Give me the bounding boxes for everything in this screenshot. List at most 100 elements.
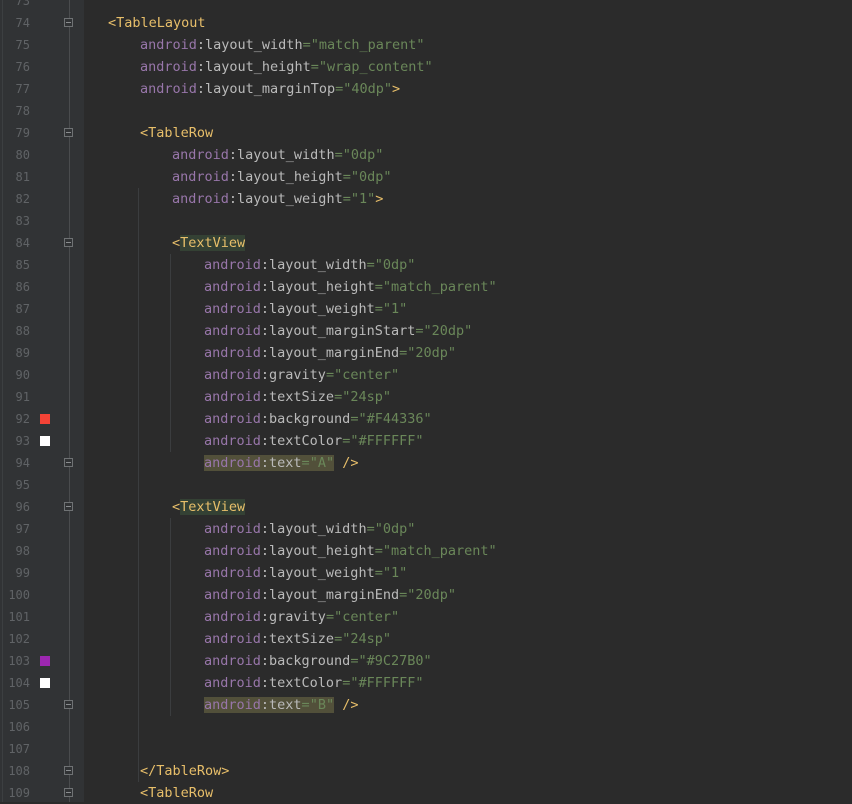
code-line[interactable]: 105 android:text="B" /> (0, 694, 852, 716)
fold-toggle-icon[interactable] (64, 502, 73, 511)
code-line[interactable]: 73 (0, 0, 852, 12)
code-line[interactable]: 107 (0, 738, 852, 760)
color-swatch-icon[interactable] (40, 436, 50, 446)
code-line[interactable]: 100 android:layout_marginEnd="20dp" (0, 584, 852, 606)
code-text: android:background="#9C27B0" (204, 650, 432, 672)
attribute-namespace: android (204, 411, 261, 427)
fold-toggle-icon[interactable] (64, 788, 73, 797)
code-line[interactable]: 80 android:layout_width="0dp" (0, 144, 852, 166)
code-line[interactable]: 98 android:layout_height="match_parent" (0, 540, 852, 562)
code-line[interactable]: 88 android:layout_marginStart="20dp" (0, 320, 852, 342)
code-line[interactable]: 83 (0, 210, 852, 232)
attribute-namespace: android (204, 543, 261, 559)
code-line[interactable]: 76 android:layout_height="wrap_content" (0, 56, 852, 78)
code-line[interactable]: 94 android:text="A" /> (0, 452, 852, 474)
attribute-name: :layout_width (228, 147, 335, 163)
line-number: 86 (15, 280, 30, 294)
attribute-name: :layout_height (196, 59, 311, 75)
attribute-name: :layout_width (260, 257, 367, 273)
xml-tag-name: TextView (180, 235, 246, 251)
code-line[interactable]: 87 android:layout_weight="1" (0, 298, 852, 320)
code-text: android:textColor="#FFFFFF" (204, 672, 423, 694)
code-line[interactable]: 78 (0, 100, 852, 122)
code-lines[interactable]: 73 74 <TableLayout 75 android:layout_width="… (0, 0, 852, 804)
code-line[interactable]: 92 android:background="#F44336" (0, 408, 852, 430)
code-line[interactable]: 95 (0, 474, 852, 496)
line-number: 91 (15, 390, 30, 404)
attribute-token: android:layout_height="0dp" (172, 169, 391, 185)
attribute-equals: = (335, 81, 344, 97)
attribute-token: android:textSize="24sp" (204, 631, 391, 647)
code-line[interactable]: 86 android:layout_height="match_parent" (0, 276, 852, 298)
code-line[interactable]: 101 android:gravity="center" (0, 606, 852, 628)
code-line[interactable]: 81 android:layout_height="0dp" (0, 166, 852, 188)
code-line[interactable]: 96 <TextView (0, 496, 852, 518)
attribute-equals: = (399, 587, 408, 603)
color-swatch-icon[interactable] (40, 678, 50, 688)
line-number: 109 (8, 786, 30, 800)
code-text: android:layout_weight="1"> (172, 188, 383, 210)
attribute-namespace: android (204, 323, 261, 339)
code-text: android:layout_height="match_parent" (204, 276, 497, 298)
fold-toggle-icon[interactable] (64, 18, 73, 27)
attribute-value: "40dp" (343, 81, 392, 97)
code-line[interactable]: 102 android:textSize="24sp" (0, 628, 852, 650)
code-line[interactable]: 109 <TableRow (0, 782, 852, 804)
xml-tag-name: TextView (180, 499, 246, 515)
attribute-name: :textColor (260, 433, 343, 449)
fold-toggle-icon[interactable] (64, 700, 73, 709)
code-line[interactable]: 74 <TableLayout (0, 12, 852, 34)
code-line[interactable]: 85 android:layout_width="0dp" (0, 254, 852, 276)
attribute-name: :layout_marginEnd (260, 345, 400, 361)
attribute-token: android:layout_marginEnd="20dp" (204, 345, 456, 361)
code-line[interactable]: 90 android:gravity="center" (0, 364, 852, 386)
code-line[interactable]: 82 android:layout_weight="1"> (0, 188, 852, 210)
code-line[interactable]: 106 (0, 716, 852, 738)
attribute-equals: = (366, 521, 375, 537)
code-line[interactable]: 104 android:textColor="#FFFFFF" (0, 672, 852, 694)
attribute-name: :layout_width (260, 521, 367, 537)
line-number: 76 (15, 60, 30, 74)
attribute-value: "20dp" (407, 345, 456, 361)
code-line[interactable]: 75 android:layout_width="match_parent" (0, 34, 852, 56)
attribute-name: :layout_marginStart (260, 323, 416, 339)
line-number: 78 (15, 104, 30, 118)
code-line[interactable]: 103 android:background="#9C27B0" (0, 650, 852, 672)
code-text: <TableLayout (108, 12, 206, 34)
fold-toggle-icon[interactable] (64, 238, 73, 247)
code-line[interactable]: 97 android:layout_width="0dp" (0, 518, 852, 540)
code-line[interactable]: 108 </TableRow> (0, 760, 852, 782)
xml-tag: <TableRow (140, 785, 214, 801)
code-line[interactable]: 99 android:layout_weight="1" (0, 562, 852, 584)
attribute-namespace: android (204, 257, 261, 273)
attribute-value: "center" (334, 609, 400, 625)
code-text: <TableRow (140, 782, 213, 804)
attribute-value: "center" (334, 367, 400, 383)
code-line[interactable]: 89 android:layout_marginEnd="20dp" (0, 342, 852, 364)
code-line[interactable]: 91 android:textSize="24sp" (0, 386, 852, 408)
fold-toggle-icon[interactable] (64, 458, 73, 467)
code-line[interactable]: 79 <TableRow (0, 122, 852, 144)
attribute-token: android:textSize="24sp" (204, 389, 391, 405)
line-number: 107 (8, 742, 30, 756)
color-swatch-icon[interactable] (40, 414, 50, 424)
line-number: 93 (15, 434, 30, 448)
color-swatch-icon[interactable] (40, 656, 50, 666)
code-line[interactable]: 93 android:textColor="#FFFFFF" (0, 430, 852, 452)
attribute-equals: = (374, 301, 383, 317)
attribute-token: android:gravity="center" (204, 367, 399, 383)
code-line[interactable]: 77 android:layout_marginTop="40dp"> (0, 78, 852, 100)
attribute-value: "20dp" (407, 587, 456, 603)
attribute-value: "0dp" (350, 169, 392, 185)
code-editor[interactable]: 73 74 <TableLayout 75 android:layout_width="… (0, 0, 852, 802)
fold-toggle-icon[interactable] (64, 128, 73, 137)
line-number: 81 (15, 170, 30, 184)
attribute-value: "wrap_content" (318, 59, 433, 75)
code-text: <TextView (172, 232, 246, 254)
attribute-token: android:textColor="#FFFFFF" (204, 433, 423, 449)
fold-toggle-icon[interactable] (64, 766, 73, 775)
code-text: android:layout_height="match_parent" (204, 540, 497, 562)
attribute-equals: = (374, 279, 383, 295)
xml-tag: <TableRow (140, 125, 214, 141)
code-line[interactable]: 84 <TextView (0, 232, 852, 254)
